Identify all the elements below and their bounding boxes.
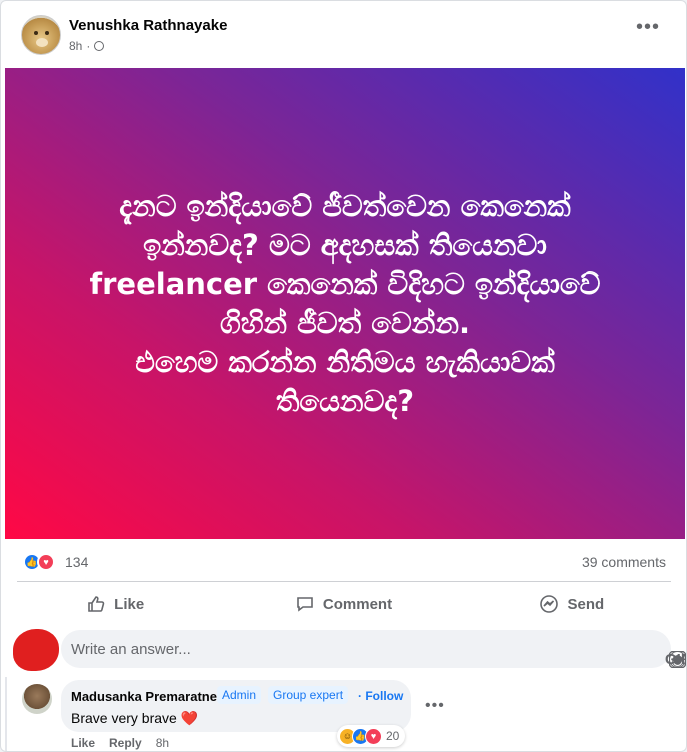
post-stats: 👍 ♥ 134 39 comments [1, 547, 686, 577]
thumbs-up-icon [88, 596, 105, 612]
admin-badge: Admin [217, 686, 262, 704]
post-header: Venushka Rathnayake 8h · ••• [1, 1, 686, 67]
avatar-eye [34, 31, 38, 35]
current-user-avatar [13, 629, 59, 671]
love-reaction-icon: ♥ [365, 727, 382, 745]
comment-reactions-count: 20 [386, 729, 400, 743]
comment-like-button[interactable]: Like [71, 736, 95, 750]
banner-text: දැනට ඉන්දියාවේ ජීවත්වෙන කෙනෙක් ඉන්නවද? ම… [89, 188, 601, 418]
send-button[interactable]: Send [458, 587, 686, 621]
post-actions: Like Comment Send [1, 587, 686, 621]
follow-link[interactable]: · Follow [358, 689, 403, 703]
comment-text: Brave very brave ❤️ [71, 710, 198, 727]
avatar-eye [45, 31, 49, 35]
commenter-name[interactable]: Madusanka Premaratne [71, 689, 217, 704]
sticker-icon[interactable]: ☻ [669, 651, 686, 668]
post-time[interactable]: 8h [69, 39, 82, 53]
avatar-snout [36, 38, 48, 47]
post-meta: 8h · [69, 39, 105, 53]
reaction-icons[interactable]: 👍 ♥ [23, 553, 55, 571]
post-card: Venushka Rathnayake 8h · ••• දැනට ඉන්දිය… [0, 0, 687, 752]
author-avatar[interactable] [21, 15, 61, 55]
comments-count[interactable]: 39 comments [582, 554, 666, 570]
comment-more-icon[interactable]: ••• [425, 697, 445, 715]
messenger-icon [540, 595, 559, 613]
like-label: Like [114, 595, 145, 613]
comment-body: Brave very brave [71, 710, 177, 726]
divider [17, 581, 671, 582]
more-options-icon[interactable]: ••• [636, 17, 660, 37]
comment-label: Comment [322, 595, 393, 613]
send-label: Send [567, 595, 605, 613]
like-button[interactable]: Like [1, 587, 229, 621]
comment-item: Madusanka Premaratne Admin Group expert … [1, 677, 686, 751]
author-name[interactable]: Venushka Rathnayake [69, 17, 227, 34]
comment-reply-button[interactable]: Reply [109, 736, 142, 750]
comment-icon [297, 597, 313, 612]
commenter-avatar[interactable] [22, 684, 52, 714]
thread-line [5, 677, 7, 751]
answer-placeholder: Write an answer... [71, 641, 191, 658]
comment-reactions[interactable]: ☺ 👍 ♥ 20 [337, 725, 406, 747]
comment-button[interactable]: Comment [229, 587, 457, 621]
answer-input[interactable]: Write an answer... ☺ ☺ ◉ GIF ☻ [61, 630, 686, 669]
globe-icon [94, 41, 105, 51]
group-expert-badge: Group expert [268, 686, 349, 704]
comment-actions: Like Reply 8h [71, 736, 169, 750]
heart-emoji: ❤️ [180, 710, 199, 726]
text-post-banner: දැනට ඉන්දියාවේ ජීවත්වෙන කෙනෙක් ඉන්නවද? ම… [5, 68, 685, 539]
reactions-count[interactable]: 134 [65, 554, 88, 570]
love-reaction-icon: ♥ [37, 553, 55, 571]
answer-composer: Write an answer... ☺ ☺ ◉ GIF ☻ [1, 627, 686, 673]
comment-time[interactable]: 8h [156, 736, 169, 750]
